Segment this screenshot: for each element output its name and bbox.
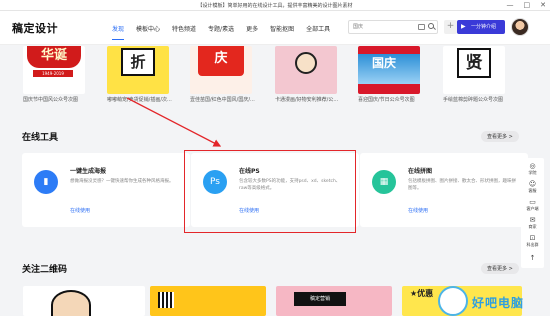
merchant-button[interactable]: ✉ 商家	[521, 216, 544, 230]
client-icon: ▭	[529, 198, 536, 206]
support-icon: ☺	[528, 180, 537, 188]
qr-card[interactable]	[150, 286, 266, 316]
group-label: 科出群	[526, 242, 539, 247]
support-button[interactable]: ☺ 客服	[521, 180, 544, 194]
client-button[interactable]: ▭ 客户端	[521, 198, 544, 212]
academy-icon: ◎	[529, 162, 536, 170]
qr-card-label: ★优惠	[410, 289, 434, 298]
qr-code-image	[158, 292, 174, 308]
support-label: 客服	[528, 188, 537, 193]
merchant-icon: ✉	[529, 216, 536, 224]
back-to-top-button[interactable]: ↑	[521, 254, 544, 262]
watermark-logo-icon	[438, 286, 468, 316]
illustration-person	[51, 290, 91, 316]
academy-label: 学院	[528, 170, 537, 175]
site-watermark: 好吧电脑	[438, 286, 548, 316]
annotation-arrow	[126, 97, 222, 147]
watermark-text: 好吧电脑	[472, 296, 525, 310]
floating-sidebar: ◎ 学院 ☺ 客服 ▭ 客户端 ✉ 商家 ⊡ 科出群 ↑	[521, 158, 544, 268]
qr-card[interactable]: 稿定营销	[276, 286, 392, 316]
qr-more-link[interactable]: 查看更多 >	[481, 263, 519, 274]
qr-card[interactable]	[23, 286, 145, 316]
qr-section-title: 关注二维码	[22, 265, 68, 275]
arrow-up-icon: ↑	[529, 254, 536, 262]
client-label: 客户端	[526, 206, 539, 211]
merchant-label: 商家	[528, 224, 537, 229]
group-icon: ⊡	[529, 234, 536, 242]
academy-button[interactable]: ◎ 学院	[521, 162, 544, 176]
qr-card-label: 稿定营销	[294, 292, 346, 306]
group-button[interactable]: ⊡ 科出群	[521, 234, 544, 248]
